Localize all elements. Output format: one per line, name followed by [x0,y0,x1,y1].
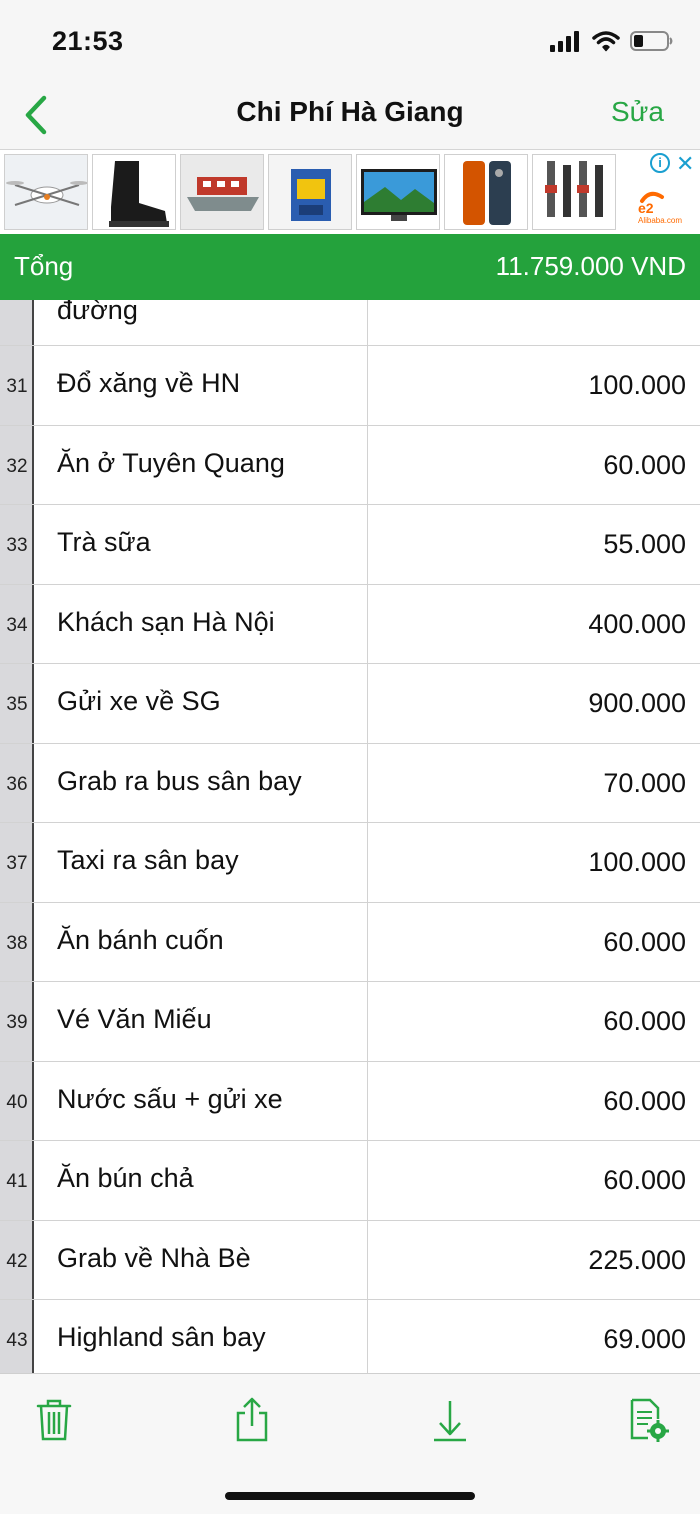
ad-item-phone-case[interactable] [444,154,528,230]
table-row[interactable]: 33 Trà sữa 55.000 [0,505,700,585]
total-value: 11.759.000 VND [495,251,686,281]
row-amount[interactable]: 900.000 [588,688,686,719]
table-row[interactable]: 43 Highland sân bay 69.000 [0,1300,700,1373]
share-button[interactable] [228,1397,276,1448]
row-description[interactable]: Khách sạn Hà Nội [57,607,275,638]
shock-absorber-icon [533,155,615,229]
boot-icon [93,155,175,229]
table-row[interactable]: 36 Grab ra bus sân bay 70.000 [0,744,700,823]
alibaba-logo: e2 Alibaba.com [636,185,694,225]
svg-text:e2: e2 [638,200,654,216]
delete-button[interactable] [30,1398,78,1446]
row-number: 41 [6,1171,28,1192]
ad-item-shock-absorber[interactable] [532,154,616,230]
edit-button[interactable]: Sửa [611,96,664,128]
document-settings-icon [626,1397,670,1448]
row-amount[interactable]: 60.000 [603,1086,686,1117]
row-description[interactable]: Gửi xe về SG [57,686,221,717]
download-icon [430,1397,470,1448]
expense-sheet[interactable]: đường 31 Đổ xăng về HN 100.000 32 Ăn ở Tuyên… [0,300,700,1373]
total-bar: Tổng 11.759.000 VND [0,234,700,300]
trash-icon [34,1398,74,1447]
table-row[interactable]: 38 Ăn bánh cuốn 60.000 [0,903,700,982]
row-number: 32 [6,455,28,477]
row-amount[interactable]: 60.000 [603,927,686,958]
ad-item-tv[interactable] [356,154,440,230]
ad-item-drone[interactable] [4,154,88,230]
row-amount[interactable]: 225.000 [588,1245,686,1276]
ad-item-machine[interactable] [268,154,352,230]
row-description[interactable]: Taxi ra sân bay [57,845,239,876]
ad-brand-name: Alibaba.com [638,216,682,225]
status-icons [550,30,674,57]
row-number: 31 [6,376,28,397]
ad-close-icon[interactable]: ✕ [676,151,694,177]
row-description[interactable]: Nước sấu + gửi xe [57,1084,283,1115]
row-amount[interactable]: 70.000 [603,768,686,799]
row-description[interactable]: Vé Văn Miếu [57,1004,212,1035]
total-label: Tổng [14,251,74,281]
row-description[interactable]: Grab ra bus sân bay [57,766,302,797]
row-number: 34 [6,614,28,636]
row-description[interactable]: Ăn bánh cuốn [57,925,224,956]
row-number: 40 [6,1091,28,1113]
row-number: 35 [6,694,28,715]
row-amount[interactable]: 69.000 [603,1324,686,1355]
table-row[interactable]: 32 Ăn ở Tuyên Quang 60.000 [0,426,700,505]
navigation-bar: Chi Phí Hà Giang Sửa [0,84,700,150]
status-bar: 21:53 [0,0,700,84]
download-button[interactable] [426,1398,474,1446]
row-amount[interactable]: 55.000 [603,529,686,560]
table-row[interactable]: 39 Vé Văn Miếu 60.000 [0,982,700,1062]
table-row[interactable]: 35 Gửi xe về SG 900.000 [0,664,700,744]
row-description[interactable]: Ăn bún chả [57,1163,194,1194]
table-row-partial[interactable]: đường [0,300,700,346]
table-row[interactable]: 41 Ăn bún chả 60.000 [0,1141,700,1221]
status-time: 21:53 [52,26,124,56]
ad-info-icon[interactable]: i [650,153,670,173]
row-description[interactable]: Ăn ở Tuyên Quang [57,448,285,479]
battery-icon [630,30,674,57]
row-amount[interactable]: 100.000 [588,370,686,401]
tv-icon [357,155,439,229]
phone-case-icon [445,155,527,229]
row-description: đường [57,300,138,325]
row-number: 38 [6,932,28,954]
machine-icon [269,155,351,229]
drone-icon [5,155,87,229]
row-amount[interactable]: 60.000 [603,1165,686,1196]
row-number: 42 [6,1250,28,1272]
row-number: 43 [6,1330,28,1351]
table-row[interactable]: 40 Nước sấu + gửi xe 60.000 [0,1062,700,1141]
table-row[interactable]: 34 Khách sạn Hà Nội 400.000 [0,585,700,664]
row-amount[interactable]: 60.000 [603,1006,686,1037]
share-icon [232,1397,272,1448]
wifi-icon [592,30,620,57]
row-number: 36 [6,773,28,795]
boat-icon [181,155,263,229]
ad-item-boat[interactable] [180,154,264,230]
table-row[interactable]: 37 Taxi ra sân bay 100.000 [0,823,700,903]
document-settings-button[interactable] [624,1398,672,1446]
row-amount[interactable]: 100.000 [588,847,686,878]
row-number: 33 [6,535,28,556]
table-row[interactable]: 42 Grab về Nhà Bè 225.000 [0,1221,700,1300]
ad-item-boot[interactable] [92,154,176,230]
row-description[interactable]: Trà sữa [57,527,151,558]
row-description[interactable]: Đổ xăng về HN [57,368,240,399]
row-description[interactable]: Grab về Nhà Bè [57,1243,251,1274]
ad-banner[interactable]: i ✕ e2 Alibaba.com [0,151,700,234]
home-indicator[interactable] [225,1492,475,1500]
row-number: 39 [6,1012,28,1033]
row-description[interactable]: Highland sân bay [57,1322,266,1353]
row-amount[interactable]: 60.000 [603,450,686,481]
row-amount[interactable]: 400.000 [588,609,686,640]
row-number: 37 [6,853,28,874]
cellular-signal-icon [550,30,582,57]
table-row[interactable]: 31 Đổ xăng về HN 100.000 [0,346,700,426]
page-title: Chi Phí Hà Giang [236,96,464,127]
